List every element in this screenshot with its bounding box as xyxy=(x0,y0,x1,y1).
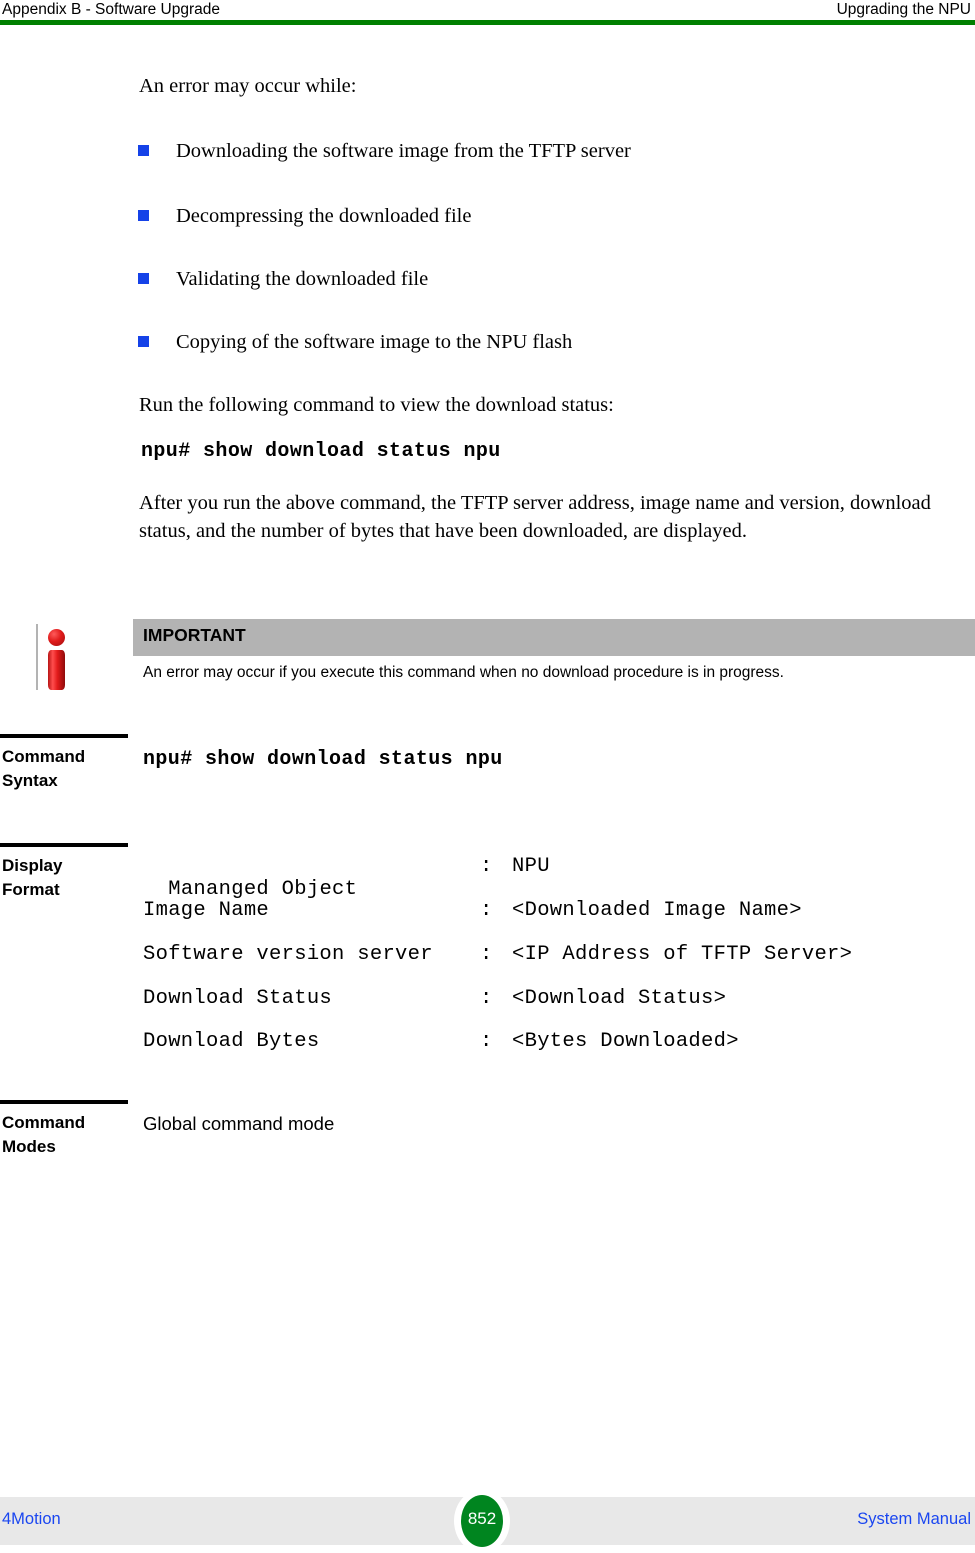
footer-brand-link[interactable]: 4Motion xyxy=(2,1510,61,1529)
important-note-text: An error may occur if you execute this c… xyxy=(143,664,784,681)
list-item: Decompressing the downloaded file xyxy=(138,202,938,230)
display-row-field: Mananged Object xyxy=(168,878,358,901)
command-syntax-label: Command Syntax xyxy=(2,745,130,793)
intro-paragraph: An error may occur while: xyxy=(139,75,357,97)
display-row-sep: : xyxy=(480,943,493,966)
display-row: Software version server xyxy=(143,943,433,966)
display-row: Download Status xyxy=(143,987,333,1010)
information-i-icon xyxy=(36,620,76,692)
footer-manual-link[interactable]: System Manual xyxy=(857,1510,971,1529)
list-item: Validating the downloaded file xyxy=(138,265,938,293)
inline-command-text: npu# show download status npu xyxy=(141,440,501,463)
display-row-value: <IP Address of TFTP Server> xyxy=(512,943,853,966)
display-row-sep: : xyxy=(480,855,493,878)
header-right-text: Upgrading the NPU xyxy=(836,1,971,18)
header-left-text: Appendix B - Software Upgrade xyxy=(2,1,220,18)
list-item-label: Copying of the software image to the NPU… xyxy=(176,331,573,353)
display-row: Download Bytes xyxy=(143,1030,320,1053)
bullet-square-icon xyxy=(138,273,149,284)
display-row-value: <Downloaded Image Name> xyxy=(512,899,802,922)
command-syntax-label-line2: Syntax xyxy=(2,771,58,790)
display-row-sep: : xyxy=(480,1030,493,1053)
icon-divider-line xyxy=(36,624,38,690)
list-item-label: Downloading the software image from the … xyxy=(176,140,631,162)
display-format-label-line2: Format xyxy=(2,880,60,899)
bullet-square-icon xyxy=(138,336,149,347)
list-item: Copying of the software image to the NPU… xyxy=(138,328,938,356)
page-number-text: 852 xyxy=(467,1509,497,1528)
display-row: Mananged Object xyxy=(143,855,357,901)
display-format-rule xyxy=(0,843,128,847)
command-modes-rule xyxy=(0,1100,128,1104)
display-format-label: Display Format xyxy=(2,854,130,902)
command-modes-label: Command Modes xyxy=(2,1111,130,1159)
command-modes-label-line1: Command xyxy=(2,1113,86,1132)
command-syntax-rule xyxy=(0,734,128,738)
important-note-header-bar: IMPORTANT xyxy=(133,619,975,656)
display-row: Image Name xyxy=(143,899,270,922)
display-format-label-line1: Display xyxy=(2,856,63,875)
bullet-square-icon xyxy=(138,210,149,221)
run-command-paragraph: Run the following command to view the do… xyxy=(139,394,614,416)
bullet-square-icon xyxy=(138,145,149,156)
i-dot-shape xyxy=(48,629,65,646)
list-item-label: Decompressing the downloaded file xyxy=(176,205,472,227)
display-row-sep: : xyxy=(480,987,493,1010)
display-row-sep: : xyxy=(480,899,493,922)
list-item-label: Validating the downloaded file xyxy=(176,268,429,290)
command-syntax-label-line1: Command xyxy=(2,747,86,766)
command-modes-label-line2: Modes xyxy=(2,1137,56,1156)
command-syntax-value: npu# show download status npu xyxy=(143,748,503,771)
display-row-value: <Download Status> xyxy=(512,987,727,1010)
header-green-rule xyxy=(0,20,975,25)
list-item: Downloading the software image from the … xyxy=(138,137,938,165)
important-note-title: IMPORTANT xyxy=(143,625,246,645)
display-row-value: NPU xyxy=(512,855,550,878)
after-command-paragraph: After you run the above command, the TFT… xyxy=(139,492,931,542)
display-row-value: <Bytes Downloaded> xyxy=(512,1030,739,1053)
command-modes-value: Global command mode xyxy=(143,1113,335,1134)
i-stem-shape xyxy=(48,650,65,690)
